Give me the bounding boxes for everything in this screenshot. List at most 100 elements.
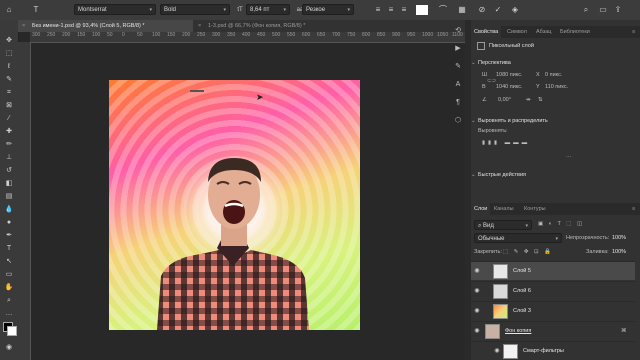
home-icon[interactable]: ⌂ — [3, 4, 15, 16]
align-buttons[interactable]: ▮▮▮ ▬▬▬ — [482, 140, 530, 146]
chevron-down-icon[interactable]: ⌄ — [471, 60, 476, 66]
chevron-down-icon[interactable]: ⌄ — [471, 118, 476, 124]
x-value[interactable]: 0 пикс. — [545, 72, 562, 78]
workspace-icon[interactable]: ▭ — [597, 4, 609, 16]
pen-tool-icon[interactable]: ✒ — [3, 230, 15, 241]
quick-select-tool-icon[interactable]: ✎ — [3, 74, 15, 85]
brush-tool-icon[interactable]: ✏ — [3, 139, 15, 150]
eraser-tool-icon[interactable]: ◧ — [3, 178, 15, 189]
more-tools-icon[interactable]: … — [3, 308, 15, 319]
font-family-select[interactable]: Montserrat ▾ — [74, 4, 156, 15]
close-icon[interactable]: × — [198, 20, 201, 32]
gradient-tool-icon[interactable]: ▤ — [3, 191, 15, 202]
paragraph-icon[interactable]: ¶ — [453, 98, 463, 108]
lock-icons[interactable]: ⬚ ✎ ✥ ⊡ 🔒 — [503, 249, 553, 255]
ruler-tick-label: 50 — [137, 32, 143, 38]
layer-row[interactable]: ◉ Смарт-фильтры — [471, 341, 635, 360]
brush-settings-icon[interactable]: ✎ — [453, 62, 463, 72]
fill-label: Заливка: — [586, 249, 609, 255]
history-icon[interactable]: ⟲ — [453, 26, 463, 36]
share-icon[interactable]: ⇪ — [612, 4, 624, 16]
opacity-label: Непрозрачность: — [566, 235, 610, 241]
width-value[interactable]: 1080 пикс. — [496, 72, 523, 78]
font-size-value: 8,64 пт — [250, 7, 270, 13]
text-color-swatch[interactable] — [416, 5, 428, 15]
cancel-icon[interactable]: ⊘ — [476, 4, 488, 16]
layer-row[interactable]: ◉ Фон копия ⌘ — [471, 321, 635, 340]
move-tool-icon[interactable]: ✥ — [3, 35, 15, 46]
history-brush-icon[interactable]: ↺ — [3, 165, 15, 176]
type-tool-icon[interactable]: T — [3, 243, 15, 254]
layer-filter-select[interactable]: ⌕ Вид ▾ — [474, 220, 532, 230]
link-icon[interactable]: ⊂⊃ — [487, 78, 496, 84]
path-select-icon[interactable]: ↖ — [3, 256, 15, 267]
height-value[interactable]: 1040 пикс. — [496, 84, 523, 90]
chevron-down-icon: ▾ — [525, 223, 528, 229]
angle-value[interactable]: 0,00° — [498, 97, 511, 103]
tab-properties[interactable]: Свойства — [471, 26, 502, 38]
ruler-tick-label: 1050 — [437, 32, 449, 38]
layer-row[interactable]: ◉ Слой 6 — [471, 281, 635, 300]
healing-tool-icon[interactable]: ✚ — [3, 126, 15, 137]
eye-icon[interactable]: ◉ — [473, 327, 481, 335]
eye-icon[interactable]: ◉ — [473, 267, 481, 275]
eye-icon[interactable]: ◉ — [493, 347, 501, 355]
eye-icon[interactable]: ◉ — [473, 287, 481, 295]
align-left-icon[interactable]: ≡ — [372, 4, 384, 16]
tab-paths[interactable]: Контуры — [521, 203, 549, 215]
eye-icon[interactable]: ◉ — [473, 307, 481, 315]
panel-menu-icon[interactable]: ≡ — [629, 26, 638, 38]
opacity-value[interactable]: 100% — [612, 235, 626, 241]
warp-text-icon[interactable]: ⌒ — [437, 4, 449, 16]
text-tool-icon[interactable]: T — [30, 4, 42, 16]
dodge-tool-icon[interactable]: ● — [3, 217, 15, 228]
play-icon[interactable]: ▶ — [453, 44, 463, 54]
background-color-swatch[interactable] — [7, 326, 17, 336]
search-icon[interactable]: ⌕ — [580, 4, 592, 16]
lasso-tool-icon[interactable]: ℓ — [3, 61, 15, 72]
tab-character[interactable]: Символ — [504, 26, 530, 38]
align-right-icon[interactable]: ≡ — [398, 4, 410, 16]
tab-document-2[interactable]: × 1-3.psd @ 66,7% (Фон копия, RGB/8) * — [194, 20, 354, 32]
crop-tool-icon[interactable]: ⌗ — [3, 87, 15, 98]
panels-icon[interactable]: ▦ — [456, 4, 468, 16]
tab-libraries[interactable]: Библиотеки — [557, 26, 593, 38]
hand-tool-icon[interactable]: ✋ — [3, 282, 15, 293]
3d-icon[interactable]: ⬡ — [453, 116, 463, 126]
ruler-tick-label: 50 — [107, 32, 113, 38]
more-icon[interactable]: ··· — [566, 154, 572, 160]
character-icon[interactable]: A — [453, 80, 463, 90]
tab-paragraph[interactable]: Абзац — [533, 26, 554, 38]
angle-icon: ∠ — [482, 97, 487, 103]
filter-icons[interactable]: ▣ ◐ T ⬚ ◫ — [538, 221, 584, 227]
blend-mode-select[interactable]: Обычные ▾ — [474, 233, 562, 243]
quick-mask-icon[interactable]: ◉ — [3, 342, 15, 353]
close-icon[interactable]: × — [22, 20, 25, 32]
align-center-icon[interactable]: ≡ — [385, 4, 397, 16]
font-style-select[interactable]: Bold ▾ — [160, 4, 230, 15]
shape-tool-icon[interactable]: ▭ — [3, 269, 15, 280]
ruler-tick-label: 0 — [122, 32, 125, 38]
blur-tool-icon[interactable]: 💧 — [3, 204, 15, 215]
tab-layers[interactable]: Слои — [471, 203, 491, 215]
fill-value[interactable]: 100% — [612, 249, 626, 255]
chevron-down-icon[interactable]: ⌄ — [471, 172, 476, 178]
font-size-field[interactable]: 8,64 пт ▾ — [246, 4, 290, 15]
tab-document-1[interactable]: × Без имени-1.psd @ 93,4% (Слой 5, RGB/8)… — [18, 20, 193, 32]
document-canvas[interactable] — [109, 80, 360, 330]
flip-horizontal-icon[interactable]: ⇹ — [526, 97, 531, 103]
eyedropper-tool-icon[interactable]: ⁄ — [3, 113, 15, 124]
3d-icon[interactable]: ◈ — [509, 4, 521, 16]
marquee-tool-icon[interactable]: ⬚ — [3, 48, 15, 59]
stamp-tool-icon[interactable]: ⊥ — [3, 152, 15, 163]
commit-icon[interactable]: ✓ — [492, 4, 504, 16]
tab-channels[interactable]: Каналы — [491, 203, 517, 215]
flip-vertical-icon[interactable]: ⇅ — [538, 97, 543, 103]
antialias-select[interactable]: Резкое ▾ — [302, 4, 354, 15]
layer-row[interactable]: ◉ Слой 3 — [471, 301, 635, 320]
frame-tool-icon[interactable]: ⊠ — [3, 100, 15, 111]
zoom-tool-icon[interactable]: ⌕ — [3, 295, 15, 306]
y-value[interactable]: 110 пикс. — [545, 84, 568, 90]
layer-row[interactable]: ◉ Слой 5 — [471, 261, 635, 280]
panel-menu-icon[interactable]: ≡ — [629, 203, 638, 215]
